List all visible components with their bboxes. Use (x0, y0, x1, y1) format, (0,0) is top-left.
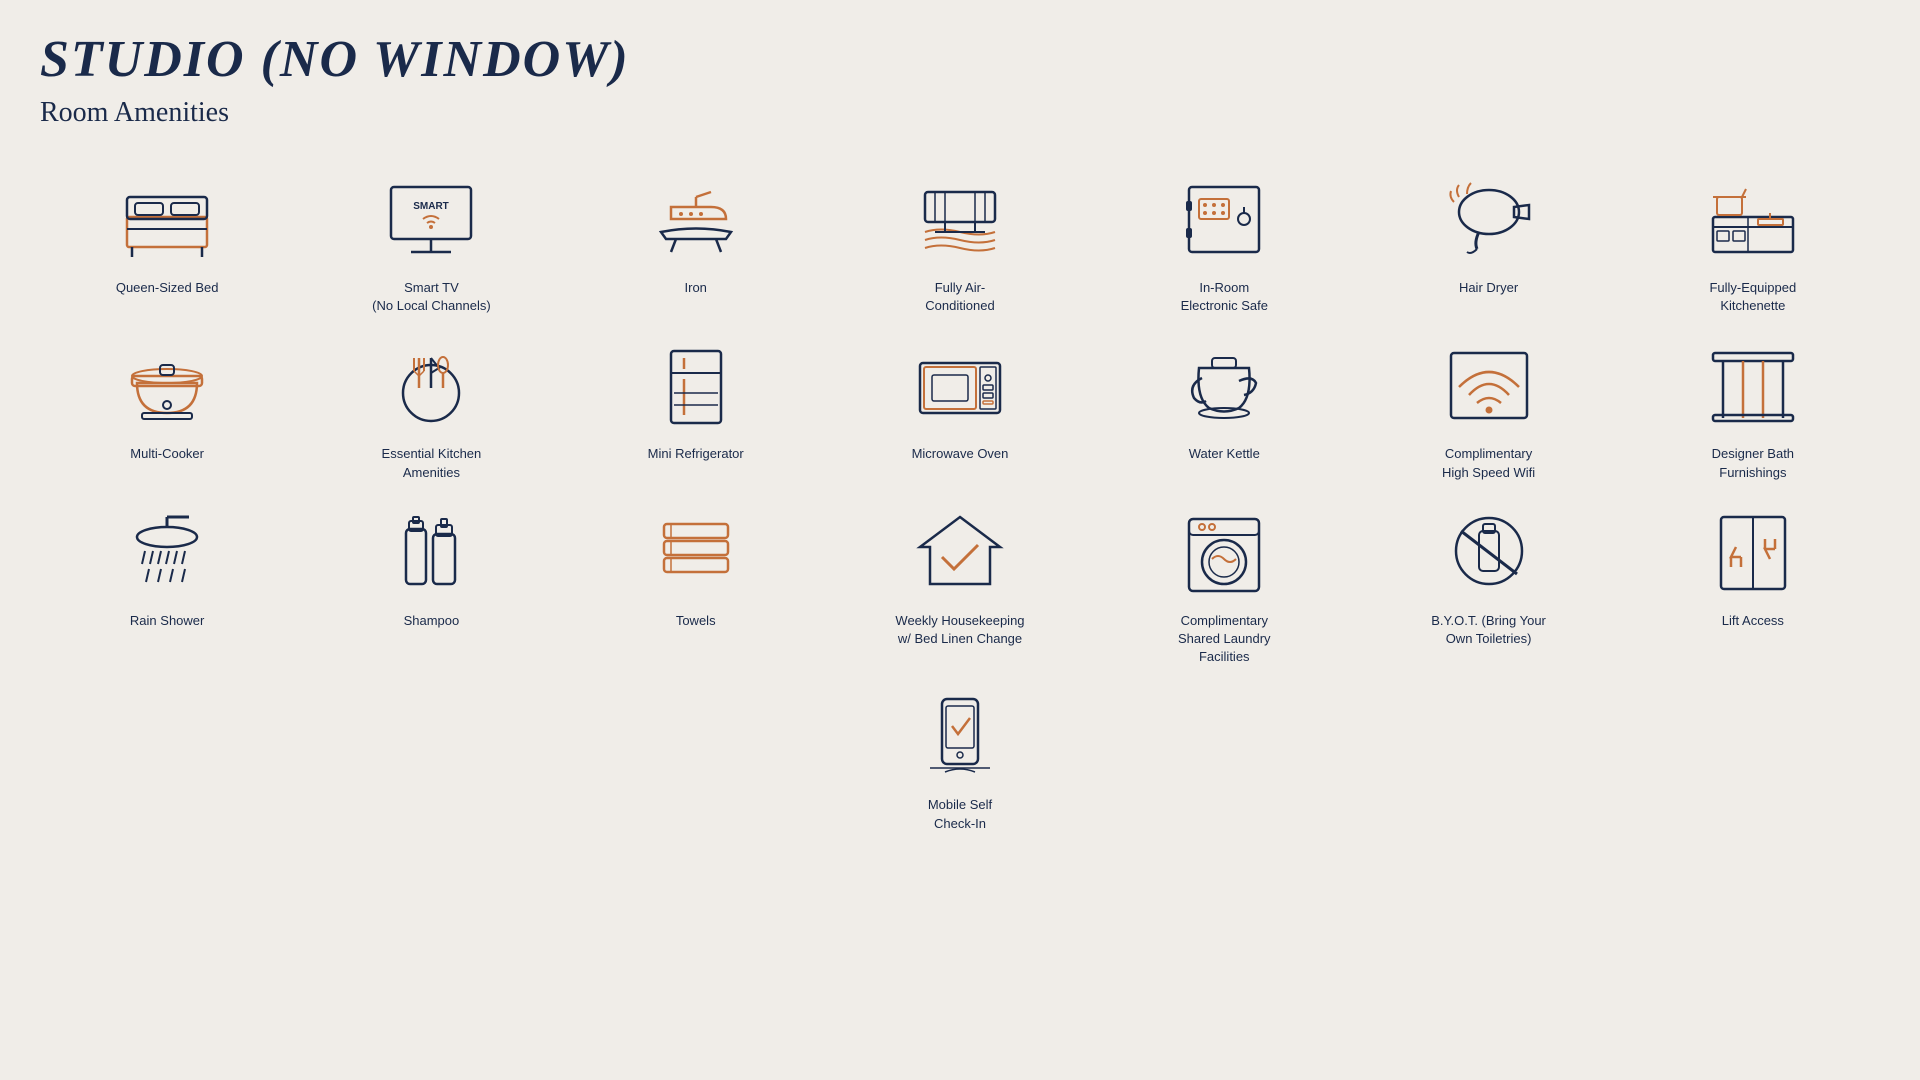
wifi-icon (1434, 335, 1544, 435)
housekeeping-icon (905, 502, 1015, 602)
multi-cooker-label: Multi-Cooker (130, 445, 204, 463)
queen-bed-label: Queen-Sized Bed (116, 279, 219, 297)
amenity-air-conditioned: Fully Air-Conditioned (833, 169, 1087, 315)
rain-shower-label: Rain Shower (130, 612, 204, 630)
microwave-label: Microwave Oven (912, 445, 1009, 463)
amenity-laundry: ComplimentaryShared LaundryFacilities (1097, 502, 1351, 667)
mini-fridge-icon (641, 335, 751, 435)
amenity-iron: Iron (569, 169, 823, 315)
mini-fridge-label: Mini Refrigerator (648, 445, 744, 463)
rain-shower-icon (112, 502, 222, 602)
water-kettle-icon (1169, 335, 1279, 435)
kitchen-amenities-icon (376, 335, 486, 435)
page-subtitle: Room Amenities (40, 97, 1880, 129)
hair-dryer-icon (1434, 169, 1544, 269)
wifi-label: ComplimentaryHigh Speed Wifi (1442, 445, 1535, 481)
amenity-hair-dryer: Hair Dryer (1361, 169, 1615, 315)
iron-label: Iron (685, 279, 707, 297)
bath-furnishings-icon (1698, 335, 1808, 435)
mobile-checkin-icon (905, 686, 1015, 786)
amenity-mobile-checkin: Mobile SelfCheck-In (833, 686, 1087, 832)
amenity-mini-fridge: Mini Refrigerator (569, 335, 823, 481)
amenity-lift: Lift Access (1626, 502, 1880, 667)
amenity-towels: Towels (569, 502, 823, 667)
amenities-grid: Queen-Sized Bed SMART Smart TV(No Local … (40, 169, 1880, 833)
page-title: STUDIO (NO WINDOW) (40, 30, 1880, 89)
housekeeping-label: Weekly Housekeepingw/ Bed Linen Change (895, 612, 1024, 648)
amenity-microwave: Microwave Oven (833, 335, 1087, 481)
svg-text:SMART: SMART (414, 201, 450, 212)
amenity-rain-shower: Rain Shower (40, 502, 294, 667)
kitchen-amenities-label: Essential KitchenAmenities (382, 445, 482, 481)
amenity-multi-cooker: Multi-Cooker (40, 335, 294, 481)
air-conditioned-icon (905, 169, 1015, 269)
mobile-checkin-label: Mobile SelfCheck-In (928, 796, 992, 832)
smart-tv-icon: SMART (376, 169, 486, 269)
towels-label: Towels (676, 612, 716, 630)
byot-icon (1434, 502, 1544, 602)
shampoo-label: Shampoo (404, 612, 460, 630)
amenity-queen-bed: Queen-Sized Bed (40, 169, 294, 315)
amenity-wifi: ComplimentaryHigh Speed Wifi (1361, 335, 1615, 481)
safe-icon (1169, 169, 1279, 269)
laundry-icon (1169, 502, 1279, 602)
kitchenette-icon (1698, 169, 1808, 269)
queen-bed-icon (112, 169, 222, 269)
amenity-safe: In-RoomElectronic Safe (1097, 169, 1351, 315)
amenity-housekeeping: Weekly Housekeepingw/ Bed Linen Change (833, 502, 1087, 667)
hair-dryer-label: Hair Dryer (1459, 279, 1518, 297)
air-conditioned-label: Fully Air-Conditioned (925, 279, 994, 315)
bath-furnishings-label: Designer BathFurnishings (1712, 445, 1794, 481)
kitchenette-label: Fully-EquippedKitchenette (1709, 279, 1796, 315)
amenity-water-kettle: Water Kettle (1097, 335, 1351, 481)
microwave-icon (905, 335, 1015, 435)
water-kettle-label: Water Kettle (1189, 445, 1260, 463)
towels-icon (641, 502, 751, 602)
amenity-kitchenette: Fully-EquippedKitchenette (1626, 169, 1880, 315)
amenity-bath-furnishings: Designer BathFurnishings (1626, 335, 1880, 481)
amenity-shampoo: Shampoo (304, 502, 558, 667)
amenity-byot: B.Y.O.T. (Bring YourOwn Toiletries) (1361, 502, 1615, 667)
lift-label: Lift Access (1722, 612, 1784, 630)
lift-icon (1698, 502, 1808, 602)
iron-icon (641, 169, 751, 269)
multi-cooker-icon (112, 335, 222, 435)
amenity-kitchen-amenities: Essential KitchenAmenities (304, 335, 558, 481)
byot-label: B.Y.O.T. (Bring YourOwn Toiletries) (1431, 612, 1546, 648)
safe-label: In-RoomElectronic Safe (1181, 279, 1268, 315)
amenity-smart-tv: SMART Smart TV(No Local Channels) (304, 169, 558, 315)
shampoo-icon (376, 502, 486, 602)
laundry-label: ComplimentaryShared LaundryFacilities (1178, 612, 1271, 667)
smart-tv-label: Smart TV(No Local Channels) (372, 279, 491, 315)
